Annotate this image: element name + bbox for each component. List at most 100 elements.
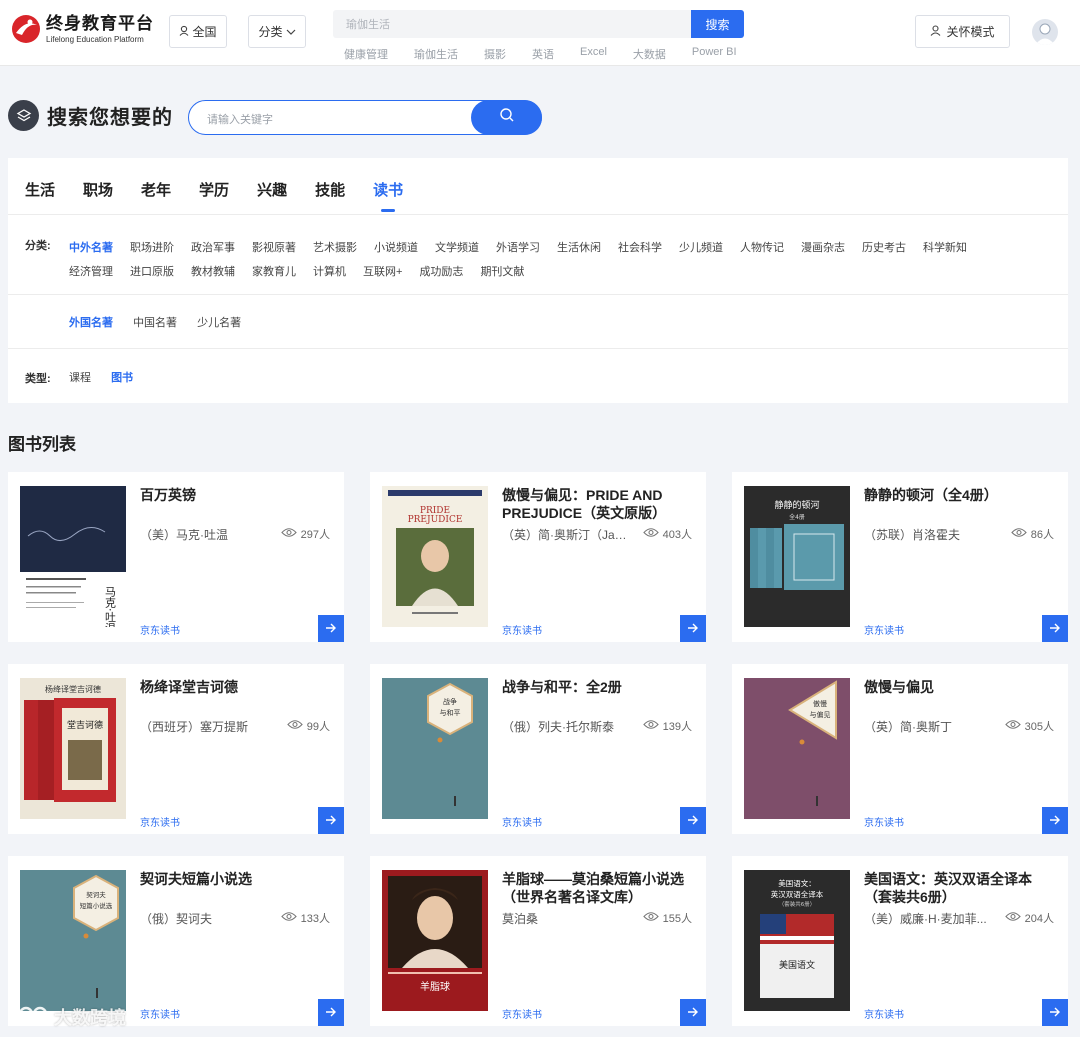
category-item[interactable]: 历史考古 xyxy=(862,236,906,260)
book-cover[interactable]: 静静的顿河 全4册 xyxy=(744,486,850,627)
category-item[interactable]: 中外名著 xyxy=(69,236,113,260)
category-item[interactable]: 社会科学 xyxy=(618,236,662,260)
open-book-button[interactable] xyxy=(1042,807,1068,834)
hot-keyword[interactable]: 大数据 xyxy=(633,46,666,62)
category-item[interactable]: 政治军事 xyxy=(191,236,235,260)
book-cover[interactable]: 马克·吐温 xyxy=(20,486,126,627)
book-card[interactable]: 美国语文： 英汉双语全译本 （套装共6册） 美国语文 美国语文：英汉双语全译本（套装共… xyxy=(732,856,1068,1026)
hot-keyword[interactable]: 健康管理 xyxy=(344,46,388,62)
category-item[interactable]: 职场进阶 xyxy=(130,236,174,260)
open-book-button[interactable] xyxy=(1042,999,1068,1026)
book-source[interactable]: 京东读书 xyxy=(140,1006,180,1021)
category-item[interactable]: 科学新知 xyxy=(923,236,967,260)
category-item[interactable]: 影视原著 xyxy=(252,236,296,260)
category-item[interactable]: 外语学习 xyxy=(496,236,540,260)
category-item[interactable]: 人物传记 xyxy=(740,236,784,260)
book-title[interactable]: 傲慢与偏见 xyxy=(864,678,1056,696)
book-card[interactable]: 马克·吐温 百万英镑 （美）马克·吐温 297人 京东读书 xyxy=(8,472,344,642)
header-search-button[interactable]: 搜索 xyxy=(691,10,744,38)
type-item-book[interactable]: 图书 xyxy=(111,372,133,384)
header-search-input[interactable]: 瑜伽生活 xyxy=(333,10,691,38)
book-source[interactable]: 京东读书 xyxy=(502,1006,542,1021)
book-title[interactable]: 羊脂球——莫泊桑短篇小说选（世界名著名译文库） xyxy=(502,870,694,906)
open-book-button[interactable] xyxy=(680,807,706,834)
subcategory-item[interactable]: 外国名著 xyxy=(69,317,113,329)
book-title[interactable]: 静静的顿河（全4册） xyxy=(864,486,1056,504)
book-author: 莫泊桑 xyxy=(502,912,539,926)
book-source[interactable]: 京东读书 xyxy=(140,814,180,829)
tab-career[interactable]: 职场 xyxy=(83,179,113,200)
tab-interest[interactable]: 兴趣 xyxy=(257,179,287,200)
open-book-button[interactable] xyxy=(318,999,344,1026)
category-item[interactable]: 经济管理 xyxy=(69,260,113,284)
avatar[interactable] xyxy=(1032,19,1058,45)
book-cover[interactable]: 杨绛译堂吉诃德 堂吉诃德 xyxy=(20,678,126,819)
book-card[interactable]: 静静的顿河 全4册 静静的顿河（全4册） （苏联）肖洛霍夫 86人 京东读书 xyxy=(732,472,1068,642)
category-dropdown[interactable]: 分类 xyxy=(248,15,306,48)
book-card[interactable]: 契诃夫 短篇小说选 契诃夫短篇小说选 （俄）契诃夫 133人 京东读书 xyxy=(8,856,344,1026)
main-search-input[interactable]: 请输入关键字 xyxy=(188,100,542,135)
book-card[interactable]: PRIDE PREJUDICE 傲慢与偏见：PRIDE AND PREJUDICE… xyxy=(370,472,706,642)
book-cover[interactable]: 傲慢 与偏见 xyxy=(744,678,850,819)
book-card[interactable]: 羊脂球 羊脂球——莫泊桑短篇小说选（世界名著名译文库） 莫泊桑 155人 京东读… xyxy=(370,856,706,1026)
hot-keyword[interactable]: Excel xyxy=(580,46,607,62)
category-item[interactable]: 小说频道 xyxy=(374,236,418,260)
tab-degree[interactable]: 学历 xyxy=(199,179,229,200)
book-card[interactable]: 战争 与和平 战争与和平：全2册 （俄）列夫·托尔斯泰 139人 京东读书 xyxy=(370,664,706,834)
category-item[interactable]: 教材教辅 xyxy=(191,260,235,284)
category-item[interactable]: 进口原版 xyxy=(130,260,174,284)
book-source[interactable]: 京东读书 xyxy=(864,622,904,637)
category-item[interactable]: 艺术摄影 xyxy=(313,236,357,260)
category-item[interactable]: 漫画杂志 xyxy=(801,236,845,260)
open-book-button[interactable] xyxy=(318,615,344,642)
book-cover[interactable]: 羊脂球 xyxy=(382,870,488,1011)
book-cover[interactable]: 战争 与和平 xyxy=(382,678,488,819)
logo[interactable]: 终身教育平台 Lifelong Education Platform xyxy=(10,13,154,45)
category-item[interactable]: 家教育儿 xyxy=(252,260,296,284)
book-views: 139人 xyxy=(642,718,692,734)
book-title[interactable]: 战争与和平：全2册 xyxy=(502,678,694,696)
book-source[interactable]: 京东读书 xyxy=(864,814,904,829)
hot-keyword[interactable]: 英语 xyxy=(532,46,554,62)
open-book-button[interactable] xyxy=(680,999,706,1026)
hot-keyword[interactable]: 瑜伽生活 xyxy=(414,46,458,62)
book-cover[interactable]: PRIDE PREJUDICE xyxy=(382,486,488,627)
category-item[interactable]: 成功励志 xyxy=(419,260,463,284)
book-cover[interactable]: 美国语文： 英汉双语全译本 （套装共6册） 美国语文 xyxy=(744,870,850,1011)
category-item[interactable]: 计算机 xyxy=(313,260,346,284)
open-book-button[interactable] xyxy=(318,807,344,834)
book-card[interactable]: 傲慢 与偏见 傲慢与偏见 （英）简·奥斯丁 305人 京东读书 xyxy=(732,664,1068,834)
hot-keyword[interactable]: Power BI xyxy=(692,46,737,62)
category-item[interactable]: 文学频道 xyxy=(435,236,479,260)
eye-icon xyxy=(1010,527,1027,541)
hot-keyword[interactable]: 摄影 xyxy=(484,46,506,62)
category-item[interactable]: 生活休闲 xyxy=(557,236,601,260)
type-item-course[interactable]: 课程 xyxy=(69,372,91,384)
care-mode-button[interactable]: 关怀模式 xyxy=(915,15,1010,48)
open-book-button[interactable] xyxy=(1042,615,1068,642)
book-title[interactable]: 傲慢与偏见：PRIDE AND PREJUDICE（英文原版） xyxy=(502,486,694,522)
tab-skills[interactable]: 技能 xyxy=(315,179,345,200)
book-source[interactable]: 京东读书 xyxy=(502,622,542,637)
book-source[interactable]: 京东读书 xyxy=(140,622,180,637)
book-title[interactable]: 契诃夫短篇小说选 xyxy=(140,870,332,888)
subcategory-item[interactable]: 中国名著 xyxy=(133,317,177,329)
tab-reading[interactable]: 读书 xyxy=(373,179,403,212)
category-item[interactable]: 互联网+ xyxy=(363,260,402,284)
book-title[interactable]: 美国语文：英汉双语全译本（套装共6册） xyxy=(864,870,1056,906)
tab-senior[interactable]: 老年 xyxy=(141,179,171,200)
book-title[interactable]: 百万英镑 xyxy=(140,486,332,504)
region-button[interactable]: 全国 xyxy=(169,15,227,48)
book-source[interactable]: 京东读书 xyxy=(502,814,542,829)
category-item[interactable]: 少儿频道 xyxy=(679,236,723,260)
book-cover[interactable]: 契诃夫 短篇小说选 xyxy=(20,870,126,1011)
subcategory-item[interactable]: 少儿名著 xyxy=(197,317,241,329)
logo-title: 终身教育平台 xyxy=(46,13,154,33)
tab-life[interactable]: 生活 xyxy=(25,179,55,200)
main-search-button[interactable] xyxy=(471,100,542,135)
book-source[interactable]: 京东读书 xyxy=(864,1006,904,1021)
book-card[interactable]: 杨绛译堂吉诃德 堂吉诃德 杨绛译堂吉诃德 （西班牙）塞万提斯 99人 京东读书 xyxy=(8,664,344,834)
book-title[interactable]: 杨绛译堂吉诃德 xyxy=(140,678,332,696)
open-book-button[interactable] xyxy=(680,615,706,642)
category-item[interactable]: 期刊文献 xyxy=(480,260,524,284)
